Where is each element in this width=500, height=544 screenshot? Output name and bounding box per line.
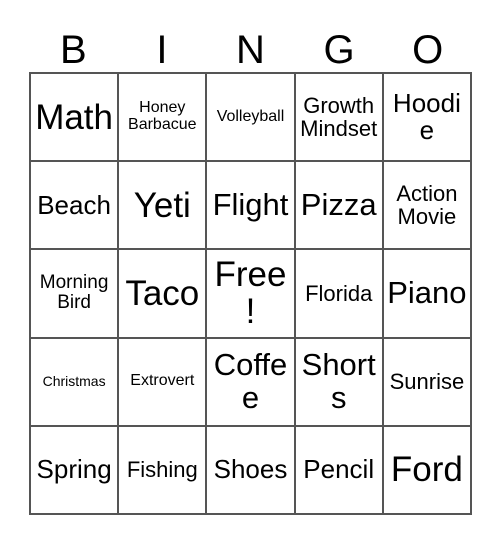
bingo-cell[interactable]: Taco [119, 250, 208, 339]
bingo-cell[interactable]: Morning Bird [31, 250, 120, 339]
bingo-cell-label: Ford [390, 450, 463, 490]
bingo-grid: Math Honey Barbacue Volleyball Growth Minds… [29, 72, 472, 515]
bingo-cell-label: Pencil [303, 454, 375, 485]
bingo-cell-label: Action Movie [396, 180, 458, 230]
bingo-cell[interactable]: Fishing [119, 426, 208, 515]
bingo-cell[interactable]: Shorts [295, 338, 384, 427]
bingo-cell[interactable]: Florida [295, 250, 384, 339]
bingo-cell-label: Flight [212, 186, 289, 222]
bingo-cell[interactable]: Pencil [295, 426, 384, 515]
bingo-cell[interactable]: Extrovert [119, 338, 208, 427]
bingo-cell[interactable]: Volleyball [207, 74, 296, 163]
bingo-cell-label: Fishing [126, 457, 198, 483]
bingo-cell[interactable]: Flight [207, 162, 296, 251]
bingo-cell-label: Hoodie [392, 87, 461, 146]
bingo-cell[interactable]: Sunrise [383, 338, 472, 427]
bingo-cell[interactable]: Hoodie [383, 74, 472, 163]
bingo-cell[interactable]: Ford [383, 426, 472, 515]
bingo-cell[interactable]: Honey Barbacue [119, 74, 208, 163]
header-letter-n: N [236, 28, 265, 72]
bingo-cell-label: Taco [125, 273, 200, 313]
bingo-cell[interactable]: Yeti [119, 162, 208, 251]
header-letter-g: G [323, 28, 355, 72]
bingo-header: B I N G O [29, 14, 472, 72]
bingo-cell-label: Shorts [301, 346, 376, 415]
bingo-cell[interactable]: Beach [31, 162, 120, 251]
bingo-cell[interactable]: Math [31, 74, 120, 163]
header-letter-b: B [59, 28, 87, 72]
bingo-cell[interactable]: Free! [207, 250, 296, 339]
bingo-cell[interactable]: Growth Mindset [295, 74, 384, 163]
bingo-cell-label: Beach [37, 189, 111, 220]
bingo-cell[interactable]: Pizza [295, 162, 384, 251]
bingo-cell-label: Christmas [42, 373, 106, 390]
bingo-cell-label: Coffee [213, 346, 288, 415]
bingo-cell[interactable]: Spring [31, 426, 120, 515]
bingo-cell[interactable]: Piano [383, 250, 472, 339]
bingo-cell-label: Honey Barbacue [128, 99, 197, 134]
bingo-cell-label: Yeti [133, 185, 191, 225]
bingo-cell-label: Free! [214, 255, 287, 332]
bingo-cell-label: Florida [305, 280, 373, 306]
bingo-cell[interactable]: Christmas [31, 338, 120, 427]
bingo-card: B I N G O Math Honey Barbacue Volleyball Gr… [0, 0, 500, 544]
bingo-cell[interactable]: Action Movie [383, 162, 472, 251]
bingo-cell-label: Math [35, 97, 113, 137]
bingo-cell-label: Growth Mindset [300, 92, 378, 142]
header-letter-i: I [156, 28, 168, 72]
bingo-cell-label: Volleyball [216, 107, 285, 125]
bingo-cell-label: Shoes [213, 454, 288, 485]
header-letter-o: O [412, 28, 444, 72]
bingo-cell-label: Sunrise [389, 369, 465, 395]
bingo-cell-label: Spring [36, 454, 112, 485]
bingo-cell[interactable]: Coffee [207, 338, 296, 427]
bingo-cell-label: Pizza [300, 186, 377, 222]
bingo-cell-label: Piano [387, 275, 467, 311]
bingo-cell-label: Extrovert [130, 372, 195, 390]
bingo-cell-label: Morning Bird [39, 272, 109, 314]
bingo-cell[interactable]: Shoes [207, 426, 296, 515]
